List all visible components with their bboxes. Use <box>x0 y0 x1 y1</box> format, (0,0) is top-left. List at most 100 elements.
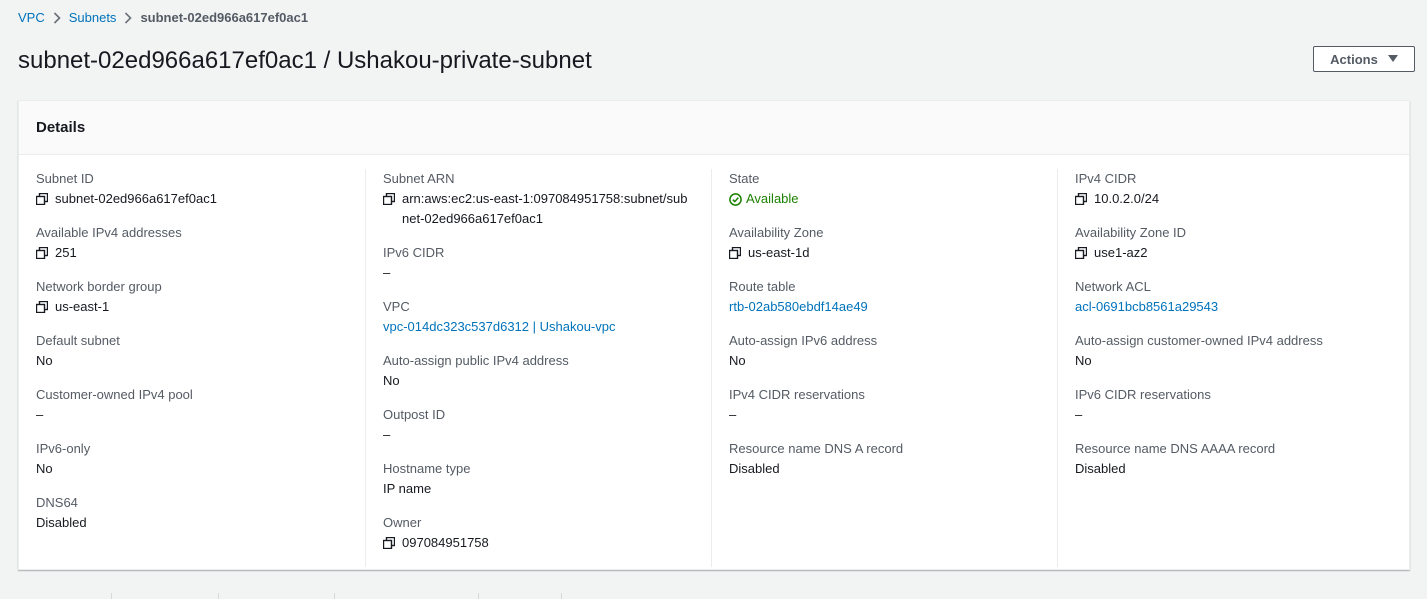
field-availability-zone: Availability Zone us-east-1d <box>729 223 1040 263</box>
breadcrumb-subnets-link[interactable]: Subnets <box>69 10 117 25</box>
ipv4-cidr-reservations-value: – <box>729 407 737 422</box>
auto-public-ipv4-value: No <box>383 373 400 388</box>
status-available-icon <box>729 193 742 206</box>
breadcrumb-vpc-link[interactable]: VPC <box>18 10 45 25</box>
field-label: IPv4 CIDR <box>1075 171 1137 186</box>
actions-button[interactable]: Actions <box>1313 46 1415 72</box>
copy-icon[interactable] <box>36 247 48 259</box>
field-label: Hostname type <box>383 461 471 476</box>
field-dns64: DNS64 Disabled <box>36 493 348 533</box>
details-panel: Details Subnet ID subnet-02ed966a617ef0a… <box>18 100 1410 570</box>
vpc-link[interactable]: vpc-014dc323c537d6312 | Ushakou-vpc <box>383 317 694 337</box>
field-subnet-id: Subnet ID subnet-02ed966a617ef0ac1 <box>36 169 348 209</box>
dns-aaaa-record-value: Disabled <box>1075 461 1126 476</box>
field-label: IPv6 CIDR reservations <box>1075 387 1211 402</box>
copy-icon[interactable] <box>1075 247 1087 259</box>
available-ipv4-value: 251 <box>55 245 77 260</box>
owner-value: 097084951758 <box>402 535 489 550</box>
auto-ipv6-value: No <box>729 353 746 368</box>
field-value: us-east-1d <box>729 243 1040 263</box>
field-label: Availability Zone <box>729 225 824 240</box>
field-label: Auto-assign IPv6 address <box>729 333 878 348</box>
chevron-right-icon <box>118 11 138 24</box>
details-column-4: IPv4 CIDR 10.0.2.0/24 Availability Zone … <box>1057 169 1403 567</box>
page-title: subnet-02ed966a617ef0ac1 / Ushakou-priva… <box>18 47 592 74</box>
field-route-table: Route table rtb-02ab580ebdf14ae49 <box>729 277 1040 317</box>
field-label: DNS64 <box>36 495 78 510</box>
ipv6-only-value: No <box>36 461 53 476</box>
copy-icon[interactable] <box>383 193 395 205</box>
field-available-ipv4: Available IPv4 addresses 251 <box>36 223 348 263</box>
copy-icon[interactable] <box>729 247 741 259</box>
field-label: Auto-assign public IPv4 address <box>383 353 569 368</box>
copy-icon[interactable] <box>1075 193 1087 205</box>
field-label: Available IPv4 addresses <box>36 225 182 240</box>
details-column-3: State Available Availability Zone us-eas… <box>711 169 1057 567</box>
outpost-id-value: – <box>383 427 391 442</box>
field-value: 097084951758 <box>383 533 694 553</box>
field-value: 10.0.2.0/24 <box>1075 189 1386 209</box>
field-dns-aaaa-record: Resource name DNS AAAA record Disabled <box>1075 439 1386 479</box>
field-label: Subnet ARN <box>383 171 455 186</box>
ipv4-cidr-value: 10.0.2.0/24 <box>1094 191 1160 206</box>
state-value: Available <box>746 191 799 206</box>
field-label: State <box>729 171 760 186</box>
copy-icon[interactable] <box>383 537 395 549</box>
field-value: us-east-1 <box>36 297 348 317</box>
tab-divider <box>334 593 335 599</box>
field-label: Subnet ID <box>36 171 94 186</box>
details-column-1: Subnet ID subnet-02ed966a617ef0ac1 Avail… <box>19 169 365 567</box>
field-ipv6-cidr: IPv6 CIDR – <box>383 243 694 283</box>
field-vpc: VPC vpc-014dc323c537d6312 | Ushakou-vpc <box>383 297 694 337</box>
field-value: arn:aws:ec2:us-east-1:097084951758:subne… <box>383 189 694 229</box>
field-customer-owned-pool: Customer-owned IPv4 pool – <box>36 385 348 425</box>
breadcrumb-current: subnet-02ed966a617ef0ac1 <box>140 10 309 25</box>
subnet-arn-value: arn:aws:ec2:us-east-1:097084951758:subne… <box>402 191 688 226</box>
dns-a-record-value: Disabled <box>729 461 780 476</box>
details-header: Details <box>19 101 1409 155</box>
copy-icon[interactable] <box>36 193 48 205</box>
ipv6-cidr-value: – <box>383 265 391 280</box>
network-acl-link[interactable]: acl-0691bcb8561a29543 <box>1075 297 1386 317</box>
field-value: 251 <box>36 243 348 263</box>
dns64-value: Disabled <box>36 515 87 530</box>
field-value: subnet-02ed966a617ef0ac1 <box>36 189 348 209</box>
field-label: Auto-assign customer-owned IPv4 address <box>1075 333 1323 348</box>
chevron-right-icon <box>47 11 67 24</box>
network-border-group-value: us-east-1 <box>55 299 110 314</box>
field-auto-ipv6: Auto-assign IPv6 address No <box>729 331 1040 371</box>
field-ipv6-only: IPv6-only No <box>36 439 348 479</box>
tab-divider <box>478 593 479 599</box>
details-heading: Details <box>36 119 86 136</box>
bottom-tab-strip <box>18 593 562 599</box>
tab-divider <box>561 593 562 599</box>
field-availability-zone-id: Availability Zone ID use1-az2 <box>1075 223 1386 263</box>
field-label: IPv6-only <box>36 441 91 456</box>
caret-down-icon <box>1387 54 1398 65</box>
field-dns-a-record: Resource name DNS A record Disabled <box>729 439 1040 479</box>
details-column-2: Subnet ARN arn:aws:ec2:us-east-1:0970849… <box>365 169 711 567</box>
ipv6-cidr-reservations-value: – <box>1075 407 1083 422</box>
field-network-acl: Network ACL acl-0691bcb8561a29543 <box>1075 277 1386 317</box>
field-network-border-group: Network border group us-east-1 <box>36 277 348 317</box>
field-ipv6-cidr-reservations: IPv6 CIDR reservations – <box>1075 385 1386 425</box>
field-subnet-arn: Subnet ARN arn:aws:ec2:us-east-1:0970849… <box>383 169 694 229</box>
availability-zone-value: us-east-1d <box>748 245 810 260</box>
field-hostname-type: Hostname type IP name <box>383 459 694 499</box>
field-default-subnet: Default subnet No <box>36 331 348 371</box>
subnet-id-value: subnet-02ed966a617ef0ac1 <box>55 191 217 206</box>
field-ipv4-cidr: IPv4 CIDR 10.0.2.0/24 <box>1075 169 1386 209</box>
field-value: Available <box>729 189 1040 209</box>
hostname-type-value: IP name <box>383 481 432 496</box>
field-ipv4-cidr-reservations: IPv4 CIDR reservations – <box>729 385 1040 425</box>
field-label: Outpost ID <box>383 407 446 422</box>
field-state: State Available <box>729 169 1040 209</box>
field-label: IPv6 CIDR <box>383 245 445 260</box>
route-table-link[interactable]: rtb-02ab580ebdf14ae49 <box>729 297 1040 317</box>
field-value: use1-az2 <box>1075 243 1386 263</box>
breadcrumb: VPC Subnets subnet-02ed966a617ef0ac1 <box>18 10 308 25</box>
copy-icon[interactable] <box>36 301 48 313</box>
field-label: IPv4 CIDR reservations <box>729 387 865 402</box>
field-label: Resource name DNS A record <box>729 441 904 456</box>
field-label: Network border group <box>36 279 162 294</box>
